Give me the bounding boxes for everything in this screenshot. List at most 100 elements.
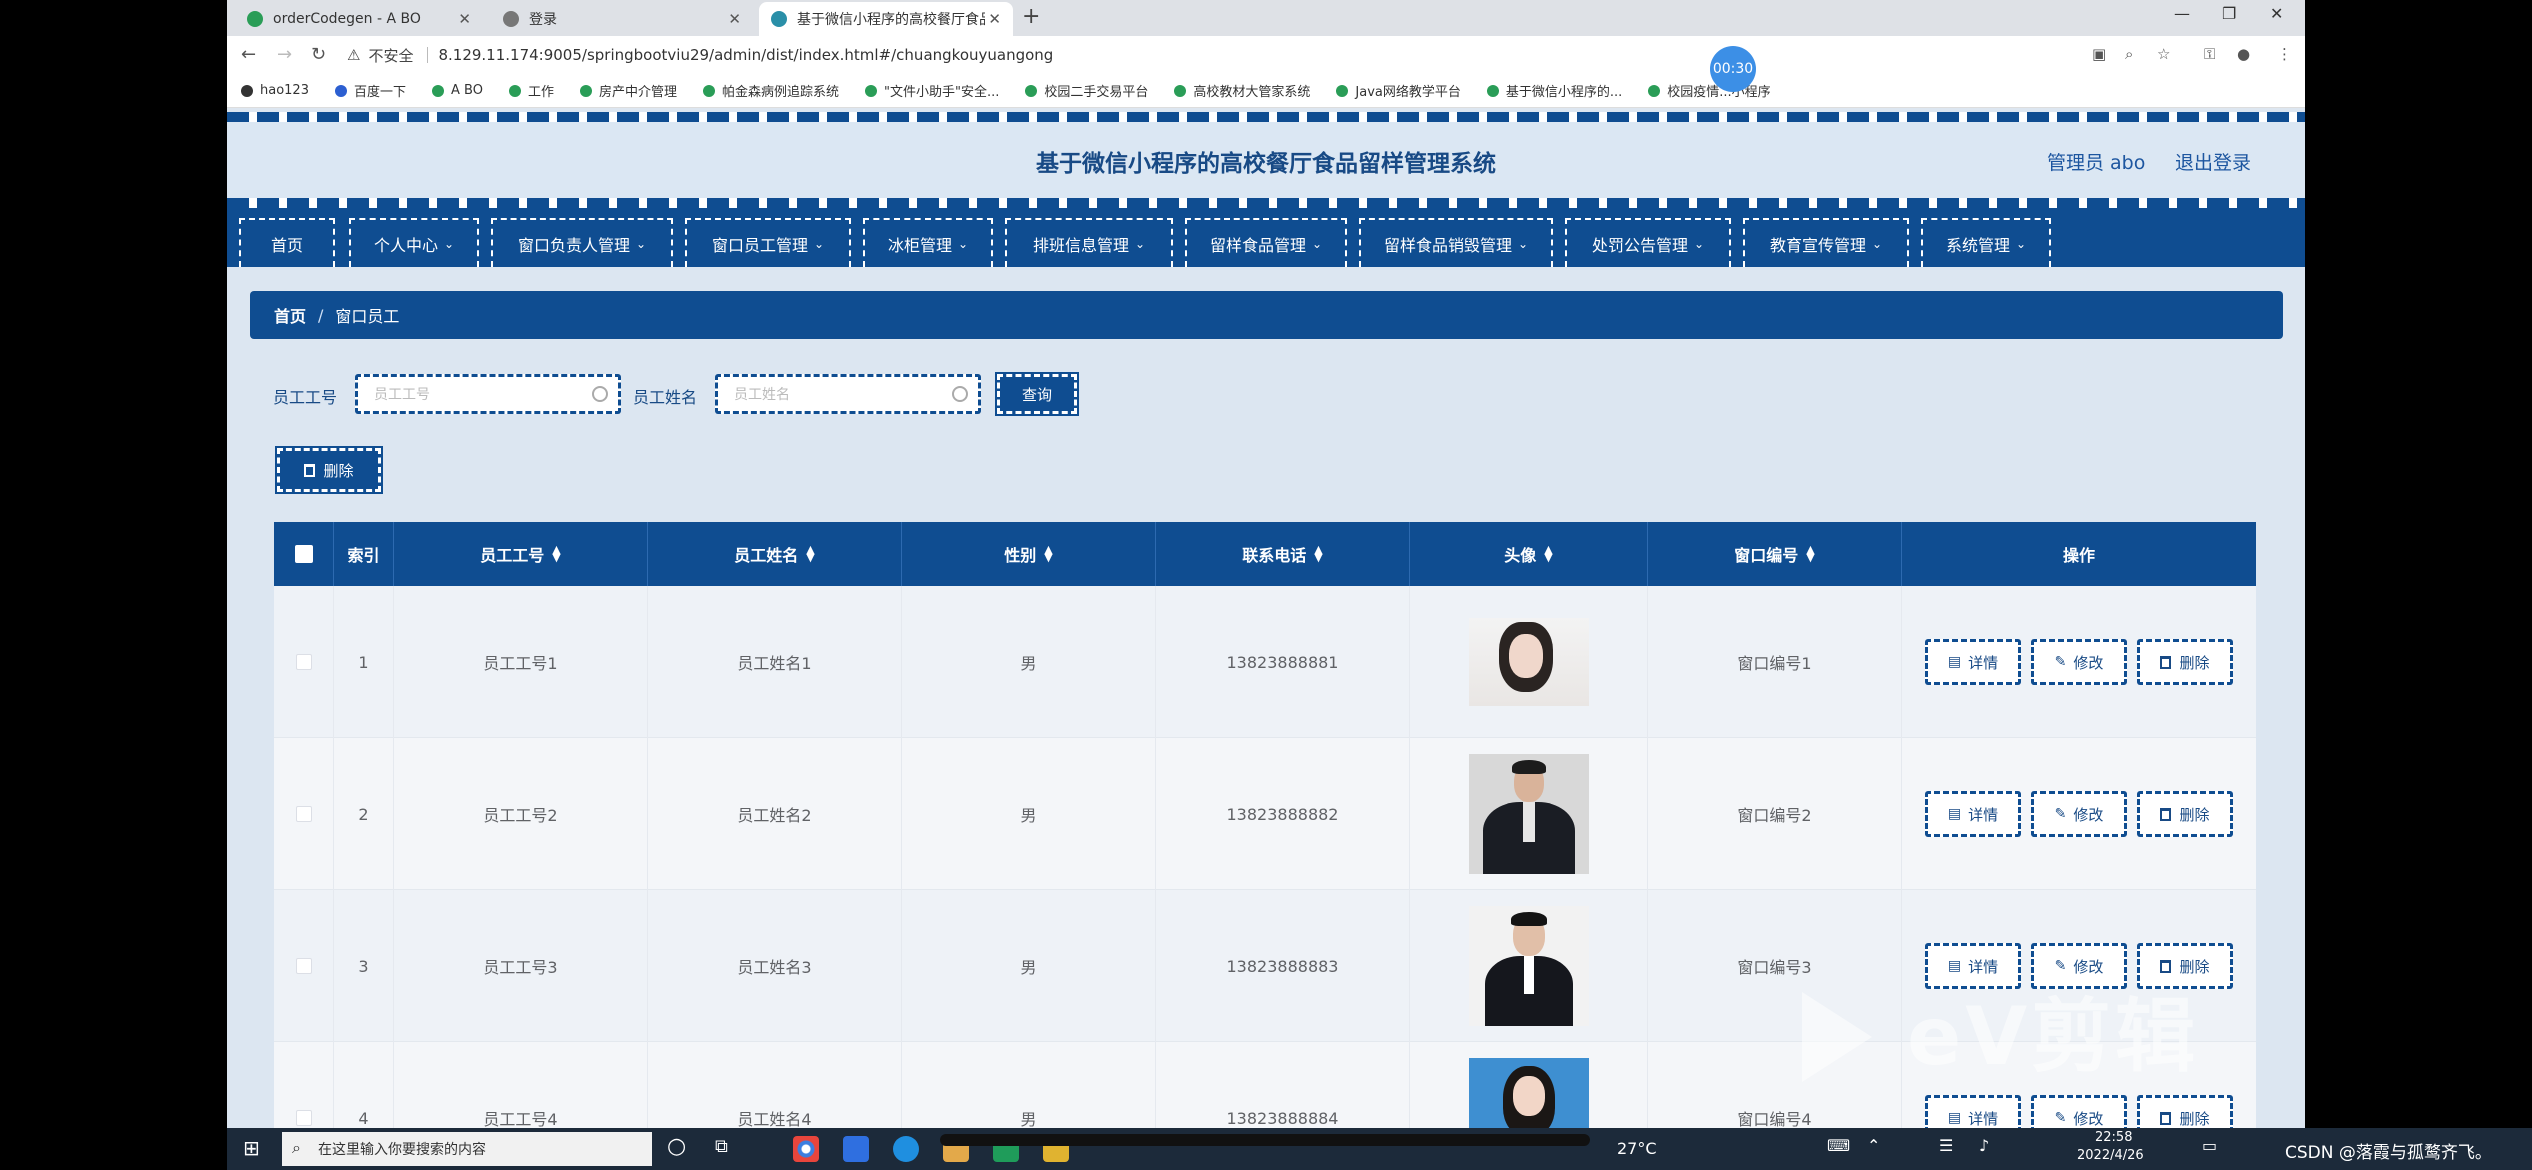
key-icon[interactable]: ⚿	[2204, 45, 2215, 63]
th-staff-id[interactable]: 员工工号 ▲ ▼	[394, 522, 648, 586]
notification-icon[interactable]: ▭	[2202, 1136, 2217, 1155]
account-icon[interactable]: ●	[2237, 45, 2250, 63]
bookmark-wechat[interactable]: 基于微信小程序的...	[1486, 81, 1622, 100]
th-window-no[interactable]: 窗口编号 ▲ ▼	[1648, 522, 1902, 586]
tray-arrow-icon[interactable]: ⌃	[1867, 1136, 1880, 1155]
bookmark-real-estate[interactable]: 房产中介管理	[579, 81, 677, 100]
windows-start-icon[interactable]: ⊞	[243, 1136, 260, 1160]
menu-penalty-notice[interactable]: 处罚公告管理 ⌄	[1565, 218, 1731, 267]
chevron-down-icon: ⌄	[813, 236, 825, 251]
menu-sample-destroy[interactable]: 留样食品销毁管理 ⌄	[1359, 218, 1553, 267]
bookmark-parkinson[interactable]: 帕金森病例追踪系统	[702, 81, 839, 100]
star-icon[interactable]: ☆	[2157, 45, 2170, 63]
zoom-icon[interactable]: ⌕	[2125, 45, 2133, 63]
batch-delete-button[interactable]: 删除	[275, 446, 383, 494]
delete-button[interactable]: 删除	[2137, 791, 2233, 837]
new-tab-icon[interactable]: +	[1022, 4, 1040, 29]
media-player-icon[interactable]	[843, 1136, 869, 1162]
window-close-icon[interactable]: ✕	[2270, 4, 2283, 23]
sort-icon[interactable]: ▲ ▼	[1544, 544, 1552, 563]
bookmark-abo[interactable]: A BO	[432, 83, 483, 98]
select-all-checkbox[interactable]	[294, 545, 313, 563]
menu-system[interactable]: 系统管理 ⌄	[1921, 218, 2051, 267]
search-placeholder: 在这里输入你要搜索的内容	[318, 1142, 486, 1158]
query-button[interactable]: 查询	[995, 372, 1079, 416]
edge-icon[interactable]	[893, 1136, 919, 1162]
row-checkbox[interactable]	[295, 654, 312, 670]
temperature: 27°C	[1617, 1139, 1657, 1158]
header-label: 员工姓名	[734, 546, 799, 565]
edit-button[interactable]: ✎ 修改	[2031, 639, 2127, 685]
row-checkbox[interactable]	[295, 958, 312, 974]
back-icon[interactable]: ←	[241, 44, 256, 65]
bookmark-hao123[interactable]: hao123	[241, 83, 309, 98]
avatar[interactable]	[1468, 754, 1589, 874]
detail-button[interactable]: ▤ 详情	[1925, 639, 2021, 685]
th-avatar[interactable]: 头像 ▲ ▼	[1410, 522, 1648, 586]
menu-window-manager[interactable]: 窗口负责人管理 ⌄	[491, 218, 673, 267]
sort-icon[interactable]: ▲ ▼	[1806, 544, 1814, 563]
network-icon[interactable]: ☰	[1939, 1136, 1953, 1155]
th-phone[interactable]: 联系电话 ▲ ▼	[1156, 522, 1410, 586]
minimize-icon[interactable]: —	[2174, 4, 2190, 23]
close-icon[interactable]: ✕	[988, 10, 1001, 28]
warning-icon: ⚠	[347, 46, 361, 64]
logout-link[interactable]: 退出登录	[2175, 148, 2251, 175]
menu-education[interactable]: 教育宣传管理 ⌄	[1743, 218, 1909, 267]
detail-button[interactable]: ▤ 详情	[1925, 791, 2021, 837]
url-field[interactable]: ⚠ 不安全 8.129.11.174:9005/springbootviu29/…	[347, 41, 2305, 69]
sort-icon[interactable]: ▲ ▼	[1314, 544, 1322, 563]
edit-button[interactable]: ✎ 修改	[2031, 791, 2127, 837]
cell-staff-name: 员工姓名2	[648, 738, 902, 890]
menu-home[interactable]: 首页	[239, 218, 335, 267]
menu-window-staff[interactable]: 窗口员工管理 ⌄	[685, 218, 851, 267]
sort-icon[interactable]: ▲ ▼	[1044, 544, 1052, 563]
volume-icon[interactable]: ♪	[1979, 1136, 1989, 1155]
th-gender[interactable]: 性别 ▲ ▼	[902, 522, 1156, 586]
restore-icon[interactable]: ❐	[2222, 4, 2236, 23]
menu-schedule[interactable]: 排班信息管理 ⌄	[1005, 218, 1173, 267]
reload-icon[interactable]: ↻	[311, 44, 326, 65]
menu-freezer[interactable]: 冰柜管理 ⌄	[863, 218, 993, 267]
button-label: 查询	[1021, 385, 1052, 404]
task-view-icon[interactable]: ⧉	[715, 1136, 728, 1157]
button-label: 详情	[1968, 1109, 1999, 1128]
chrome-icon[interactable]	[793, 1136, 819, 1162]
menu-personal-center[interactable]: 个人中心 ⌄	[349, 218, 479, 267]
sort-icon[interactable]: ▲ ▼	[552, 544, 560, 563]
avatar[interactable]	[1468, 906, 1589, 1026]
sort-icon[interactable]: ▲ ▼	[806, 544, 814, 563]
bookmark-campus-trade[interactable]: 校园二手交易平台	[1025, 81, 1148, 100]
translate-icon[interactable]: ▣	[2092, 45, 2106, 63]
avatar[interactable]	[1468, 618, 1589, 706]
close-icon[interactable]: ✕	[728, 10, 741, 28]
cell-phone: 13823888881	[1156, 586, 1410, 738]
row-checkbox[interactable]	[295, 806, 312, 822]
row-checkbox[interactable]	[295, 1110, 312, 1126]
breadcrumb-home[interactable]: 首页	[274, 303, 306, 327]
bookmark-icon	[1174, 84, 1187, 97]
menu-dots-icon[interactable]: ⋮	[2277, 45, 2292, 63]
taskbar-search[interactable]: ⌕ 在这里输入你要搜索的内容	[282, 1132, 652, 1166]
bookmark-work[interactable]: 工作	[508, 81, 554, 100]
breadcrumb-separator: /	[318, 305, 324, 325]
keyboard-icon[interactable]: ⌨	[1827, 1136, 1850, 1155]
staff-name-input[interactable]: 员工姓名	[715, 374, 981, 414]
forward-icon[interactable]: →	[277, 44, 292, 65]
delete-button[interactable]: 删除	[2137, 639, 2233, 685]
staff-id-input[interactable]: 员工工号	[355, 374, 621, 414]
menu-label: 教育宣传管理	[1769, 235, 1866, 255]
cortana-icon[interactable]: ○	[667, 1134, 686, 1159]
close-icon[interactable]: ✕	[458, 10, 471, 28]
bookmark-file-helper[interactable]: "文件小助手"安全...	[865, 81, 999, 100]
tab-ordercodegen[interactable]: orderCodegen - A BO ✕	[235, 2, 483, 36]
th-staff-name[interactable]: 员工姓名 ▲ ▼	[648, 522, 902, 586]
bookmark-baidu[interactable]: 百度一下	[334, 81, 406, 100]
tab-active-system[interactable]: 基于微信小程序的高校餐厅食品留 ✕	[759, 2, 1013, 36]
menu-sample-food[interactable]: 留样食品管理 ⌄	[1185, 218, 1347, 267]
video-progress-scrollbar[interactable]	[940, 1134, 1590, 1146]
tab-login[interactable]: 登录 ✕	[491, 2, 753, 36]
bookmark-textbook[interactable]: 高校教材大管家系统	[1174, 81, 1310, 100]
bookmark-campus-epidemic[interactable]: 校园疫情...小程序	[1648, 81, 1771, 100]
bookmark-java[interactable]: Java网络教学平台	[1336, 81, 1461, 100]
